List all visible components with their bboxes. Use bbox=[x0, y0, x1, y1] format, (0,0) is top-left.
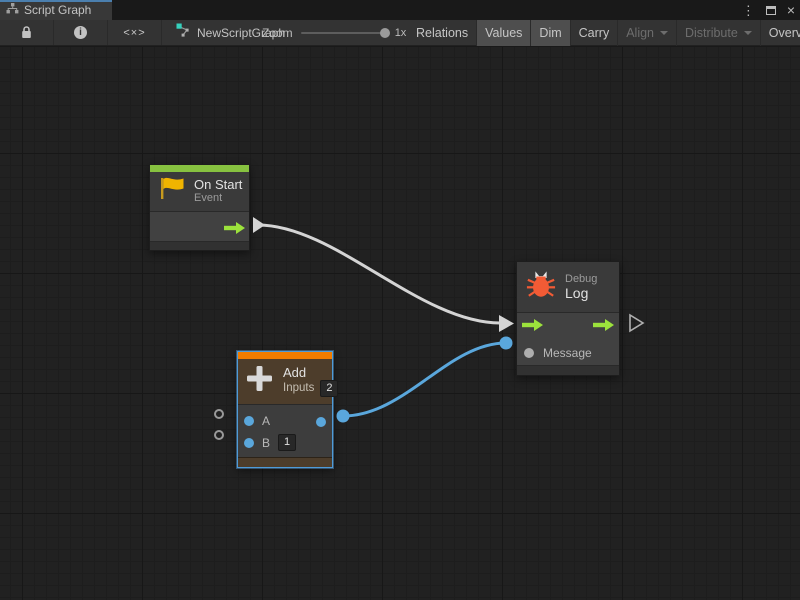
info-icon: i bbox=[74, 26, 87, 39]
dim-button[interactable]: Dim bbox=[531, 20, 570, 46]
inspector-button[interactable]: i bbox=[54, 20, 108, 45]
port-label-b: B bbox=[262, 436, 270, 450]
inputs-count-field[interactable]: 2 bbox=[320, 380, 338, 397]
script-graph-window: Script Graph ⋮ × i <×> bbox=[0, 0, 800, 600]
zoom-label: Zoom bbox=[262, 26, 293, 40]
align-dropdown[interactable]: Align bbox=[618, 20, 677, 46]
flow-input-port[interactable] bbox=[522, 318, 543, 336]
port-b-outer-socket[interactable] bbox=[214, 430, 224, 440]
values-button[interactable]: Values bbox=[477, 20, 531, 46]
window-controls: ⋮ × bbox=[742, 0, 795, 20]
lock-icon bbox=[21, 26, 32, 39]
node-title: Log bbox=[565, 286, 597, 301]
code-icon: <×> bbox=[123, 27, 145, 39]
carry-button[interactable]: Carry bbox=[571, 20, 619, 46]
overview-button[interactable]: Overview bbox=[761, 20, 800, 46]
script-graph-asset-icon bbox=[176, 23, 191, 42]
flow-wire[interactable] bbox=[258, 225, 500, 323]
zoom-slider-handle[interactable] bbox=[380, 28, 390, 38]
zoom-slider[interactable] bbox=[301, 32, 387, 34]
close-icon[interactable]: × bbox=[787, 3, 795, 17]
input-port-a[interactable] bbox=[244, 416, 254, 426]
tab-script-graph[interactable]: Script Graph bbox=[0, 0, 112, 20]
tab-title: Script Graph bbox=[24, 3, 91, 17]
chevron-down-icon bbox=[744, 31, 752, 35]
node-add[interactable]: Add Inputs 2 A B 1 bbox=[237, 351, 333, 468]
inputs-label: Inputs bbox=[283, 382, 314, 395]
zoom-control: Zoom 1x bbox=[262, 20, 406, 46]
plus-icon bbox=[245, 364, 274, 398]
node-debug-log[interactable]: Debug Log bbox=[516, 261, 620, 376]
node-title: Add bbox=[283, 365, 338, 380]
flag-icon bbox=[159, 177, 185, 205]
edit-code-button[interactable]: <×> bbox=[108, 20, 162, 45]
node-on-start[interactable]: On Start Event bbox=[149, 164, 250, 251]
flow-continuation-icon bbox=[630, 315, 643, 331]
value-wire[interactable] bbox=[343, 343, 506, 416]
value-wire-source-dot[interactable] bbox=[337, 410, 350, 423]
node-title: On Start bbox=[194, 177, 242, 192]
graph-canvas[interactable]: On Start Event bbox=[0, 47, 800, 600]
maximize-icon[interactable] bbox=[766, 6, 776, 15]
sum-output-port[interactable] bbox=[316, 417, 326, 427]
math-color-strip bbox=[238, 352, 332, 359]
node-subtitle: Event bbox=[194, 192, 242, 205]
window-menu-icon[interactable]: ⋮ bbox=[742, 4, 755, 17]
port-a-outer-socket[interactable] bbox=[214, 409, 224, 419]
flow-output-port[interactable] bbox=[593, 318, 614, 336]
chevron-down-icon bbox=[660, 31, 668, 35]
graph-toolbar: i <×> NewScriptGraph Zoom 1x Re bbox=[0, 20, 800, 46]
message-input-port[interactable] bbox=[524, 348, 534, 358]
port-label-message: Message bbox=[543, 346, 592, 360]
flow-output-port[interactable] bbox=[224, 221, 245, 239]
input-port-b[interactable] bbox=[244, 438, 254, 448]
bug-icon bbox=[526, 270, 556, 304]
zoom-value: 1x bbox=[395, 27, 407, 39]
event-color-strip bbox=[150, 165, 249, 172]
graph-tree-icon bbox=[6, 1, 19, 19]
lock-button[interactable] bbox=[0, 20, 54, 45]
port-label-a: A bbox=[262, 414, 270, 428]
toolbar-buttons: Relations Values Dim Carry Align Distrib… bbox=[408, 20, 800, 46]
flow-wire-source-connector[interactable] bbox=[253, 217, 265, 233]
value-wire-target-dot[interactable] bbox=[500, 337, 513, 350]
relations-button[interactable]: Relations bbox=[408, 20, 477, 46]
port-b-value-field[interactable]: 1 bbox=[278, 434, 296, 451]
distribute-dropdown[interactable]: Distribute bbox=[677, 20, 761, 46]
flow-wire-arrowhead bbox=[499, 315, 514, 332]
wire-layer bbox=[0, 47, 800, 600]
tab-bar: Script Graph ⋮ × bbox=[0, 0, 800, 20]
